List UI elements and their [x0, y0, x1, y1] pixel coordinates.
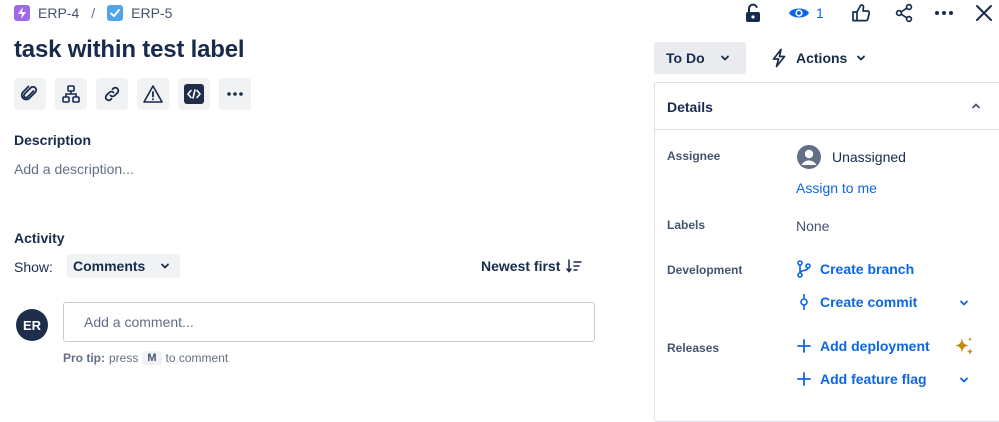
- issue-toolbar: [14, 78, 251, 110]
- development-expand-button[interactable]: [958, 297, 970, 309]
- description-field[interactable]: Add a description...: [14, 161, 134, 177]
- code-button[interactable]: [178, 78, 210, 110]
- pro-tip-tail: to comment: [165, 351, 229, 365]
- close-icon: [976, 5, 992, 21]
- shortcut-key: M: [142, 351, 162, 365]
- labels-label: Labels: [667, 218, 706, 232]
- sort-order-button[interactable]: Newest first: [481, 258, 583, 274]
- thumbs-up-icon: [852, 4, 871, 22]
- watch-button[interactable]: 1: [788, 2, 824, 24]
- activity-heading: Activity: [14, 230, 65, 246]
- lightning-icon: [772, 48, 786, 68]
- activity-filter-value: Comments: [73, 258, 146, 274]
- chevron-down-icon: [161, 263, 170, 269]
- watch-count: 1: [816, 5, 824, 21]
- more-options-button[interactable]: [933, 2, 955, 24]
- releases-expand-button[interactable]: [958, 374, 970, 386]
- collapse-details-button[interactable]: [970, 100, 982, 112]
- issue-title[interactable]: task within test label: [14, 36, 245, 64]
- chevron-down-icon: [960, 300, 968, 306]
- assign-to-me-link[interactable]: Assign to me: [796, 180, 877, 196]
- actions-dropdown[interactable]: Actions: [764, 42, 867, 74]
- vote-button[interactable]: [850, 2, 872, 24]
- actions-label: Actions: [796, 50, 848, 66]
- attach-button[interactable]: [14, 78, 46, 110]
- chevron-up-icon: [972, 103, 980, 109]
- status-label: To Do: [666, 50, 705, 66]
- status-dropdown[interactable]: To Do: [654, 42, 746, 74]
- comment-input[interactable]: Add a comment...: [63, 302, 595, 342]
- show-label: Show:: [14, 259, 53, 275]
- more-actions-button[interactable]: [219, 78, 251, 110]
- releases-label: Releases: [667, 341, 720, 355]
- chevron-down-icon: [857, 55, 866, 61]
- more-icon: [227, 92, 243, 96]
- share-icon: [895, 3, 913, 23]
- chevron-down-icon: [960, 377, 968, 383]
- paperclip-icon: [20, 85, 38, 101]
- commit-icon: [800, 294, 808, 310]
- add-deployment-link[interactable]: Add deployment: [796, 338, 930, 354]
- create-commit-label: Create commit: [820, 294, 918, 310]
- breadcrumb: ERP-4 / ERP-5: [14, 2, 172, 24]
- add-child-issue-button[interactable]: [55, 78, 87, 110]
- assignee-field[interactable]: Unassigned: [796, 144, 906, 170]
- hierarchy-icon: [62, 85, 80, 103]
- pro-tip: Pro tip: press M to comment: [63, 351, 228, 365]
- branch-icon: [797, 260, 811, 278]
- development-label: Development: [667, 263, 743, 277]
- share-button[interactable]: [893, 2, 915, 24]
- pro-tip-lead: Pro tip:: [63, 351, 105, 365]
- plus-icon: [797, 339, 811, 353]
- user-avatar: ER: [16, 309, 48, 341]
- assignee-value: Unassigned: [832, 149, 906, 165]
- labels-value[interactable]: None: [796, 218, 829, 234]
- add-feature-flag-label: Add feature flag: [820, 371, 927, 387]
- create-branch-label: Create branch: [820, 261, 915, 277]
- description-heading: Description: [14, 132, 92, 148]
- plus-icon: [797, 372, 811, 386]
- activity-filter-select[interactable]: Comments: [67, 254, 180, 278]
- restrictions-button[interactable]: [742, 2, 764, 24]
- comment-placeholder: Add a comment...: [84, 314, 194, 330]
- pro-tip-text: press: [109, 351, 139, 365]
- code-icon: [184, 84, 204, 104]
- chevron-down-icon: [720, 55, 729, 61]
- unlock-icon: [746, 3, 760, 22]
- link-icon: [104, 86, 120, 102]
- ai-sparkle-button[interactable]: [952, 335, 976, 359]
- unassigned-avatar-icon: [797, 145, 821, 169]
- details-heading: Details: [667, 99, 713, 115]
- sort-order-label: Newest first: [481, 258, 561, 274]
- breadcrumb-issue-link[interactable]: ERP-5: [131, 5, 172, 21]
- create-branch-link[interactable]: Create branch: [796, 260, 914, 278]
- close-button[interactable]: [973, 2, 995, 24]
- more-icon: [935, 11, 953, 15]
- breadcrumb-parent-link[interactable]: ERP-4: [38, 5, 79, 21]
- warning-icon: [143, 85, 163, 103]
- create-commit-link[interactable]: Create commit: [796, 293, 917, 311]
- add-deployment-label: Add deployment: [820, 338, 930, 354]
- link-issue-button[interactable]: [96, 78, 128, 110]
- breadcrumb-separator: /: [91, 5, 96, 21]
- assignee-label: Assignee: [667, 149, 721, 163]
- eye-icon: [789, 8, 809, 18]
- epic-icon: [14, 5, 30, 21]
- task-icon: [107, 5, 124, 21]
- sort-descending-icon: [566, 259, 583, 273]
- add-feature-flag-link[interactable]: Add feature flag: [796, 371, 927, 387]
- incident-button[interactable]: [137, 78, 169, 110]
- sparkle-icon: [955, 337, 973, 355]
